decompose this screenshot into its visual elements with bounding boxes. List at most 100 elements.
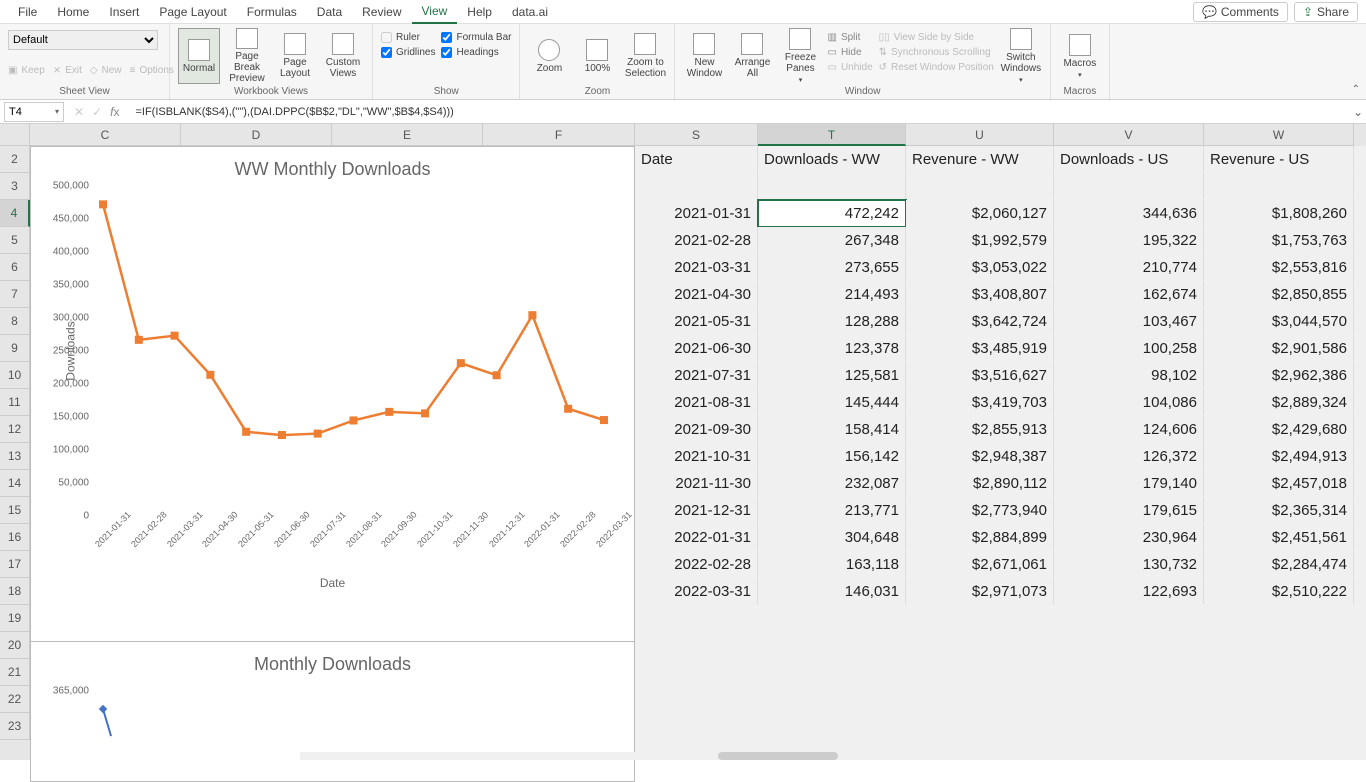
cell-v-2[interactable]: 210,774 bbox=[1054, 254, 1204, 281]
cell-t-6[interactable]: 125,581 bbox=[758, 362, 906, 389]
cancel-icon[interactable]: ✕ bbox=[74, 105, 84, 119]
cell-v-4[interactable]: 103,467 bbox=[1054, 308, 1204, 335]
cell-s-2[interactable]: 2021-03-31 bbox=[635, 254, 758, 281]
cell-u-5[interactable]: $3,485,919 bbox=[906, 335, 1054, 362]
cell-v-9[interactable]: 126,372 bbox=[1054, 443, 1204, 470]
formula-input[interactable] bbox=[129, 102, 1350, 122]
ribbon-collapse-button[interactable]: ⌃ bbox=[1352, 84, 1360, 95]
new-window-button[interactable]: New Window bbox=[683, 28, 725, 84]
headings-checkbox[interactable]: Headings bbox=[441, 47, 511, 58]
row-22[interactable]: 22 bbox=[0, 686, 30, 713]
chart-monthly-downloads[interactable]: Monthly Downloads 365,000 bbox=[30, 642, 635, 782]
cell-w-13[interactable]: $2,284,474 bbox=[1204, 551, 1354, 578]
cell-s--1[interactable] bbox=[635, 173, 758, 200]
cell-w-8[interactable]: $2,429,680 bbox=[1204, 416, 1354, 443]
sheetview-select[interactable]: Default bbox=[8, 30, 158, 50]
cell-s-12[interactable]: 2022-01-31 bbox=[635, 524, 758, 551]
cell-v-12[interactable]: 230,964 bbox=[1054, 524, 1204, 551]
menu-review[interactable]: Review bbox=[352, 1, 411, 23]
menu-formulas[interactable]: Formulas bbox=[237, 1, 307, 23]
cell-u-14[interactable]: $2,971,073 bbox=[906, 578, 1054, 605]
cell-s-4[interactable]: 2021-05-31 bbox=[635, 308, 758, 335]
menu-insert[interactable]: Insert bbox=[99, 1, 149, 23]
cell-v-1[interactable]: 195,322 bbox=[1054, 227, 1204, 254]
row-14[interactable]: 14 bbox=[0, 470, 30, 497]
zoom-selection-button[interactable]: Zoom to Selection bbox=[624, 28, 666, 84]
page-break-preview-button[interactable]: Page Break Preview bbox=[226, 28, 268, 84]
menu-file[interactable]: File bbox=[8, 1, 47, 23]
scrollbar-thumb[interactable] bbox=[718, 752, 838, 760]
row-18[interactable]: 18 bbox=[0, 578, 30, 605]
macros-button[interactable]: Macros▾ bbox=[1059, 28, 1101, 84]
cell-u-8[interactable]: $2,855,913 bbox=[906, 416, 1054, 443]
data-table[interactable]: DateDownloads - WWRevenure - WWDownloads… bbox=[635, 146, 1366, 760]
cell-v-6[interactable]: 98,102 bbox=[1054, 362, 1204, 389]
cell-s-14[interactable]: 2022-03-31 bbox=[635, 578, 758, 605]
cell-u-10[interactable]: $2,890,112 bbox=[906, 470, 1054, 497]
col-e[interactable]: E bbox=[332, 124, 483, 146]
row-3[interactable]: 3 bbox=[0, 173, 30, 200]
menu-home[interactable]: Home bbox=[47, 1, 99, 23]
select-all-corner[interactable] bbox=[0, 124, 30, 146]
cell-u--1[interactable] bbox=[906, 173, 1054, 200]
split-button[interactable]: ▥ Split bbox=[827, 32, 872, 43]
hide-button[interactable]: ▭ Hide bbox=[827, 47, 872, 58]
cell-w-2[interactable]: $2,553,816 bbox=[1204, 254, 1354, 281]
col-v[interactable]: V bbox=[1054, 124, 1204, 146]
cell-w-4[interactable]: $3,044,570 bbox=[1204, 308, 1354, 335]
row-2[interactable]: 2 bbox=[0, 146, 30, 173]
row-4[interactable]: 4 bbox=[0, 200, 30, 227]
enter-icon[interactable]: ✓ bbox=[92, 105, 102, 119]
menu-data-ai[interactable]: data.ai bbox=[502, 1, 558, 23]
col-t[interactable]: T bbox=[758, 124, 906, 146]
chart-ww-monthly-downloads[interactable]: WW Monthly Downloads Downloads 050,00010… bbox=[30, 146, 635, 642]
row-9[interactable]: 9 bbox=[0, 335, 30, 362]
row-8[interactable]: 8 bbox=[0, 308, 30, 335]
cell-w--1[interactable] bbox=[1204, 173, 1354, 200]
cell-v--1[interactable] bbox=[1054, 173, 1204, 200]
cell-u-11[interactable]: $2,773,940 bbox=[906, 497, 1054, 524]
menu-help[interactable]: Help bbox=[457, 1, 502, 23]
normal-view-button[interactable]: Normal bbox=[178, 28, 220, 84]
cell-s-1[interactable]: 2021-02-28 bbox=[635, 227, 758, 254]
cell-s-13[interactable]: 2022-02-28 bbox=[635, 551, 758, 578]
cell-w-1[interactable]: $1,753,763 bbox=[1204, 227, 1354, 254]
cell-t-5[interactable]: 123,378 bbox=[758, 335, 906, 362]
cell-v-5[interactable]: 100,258 bbox=[1054, 335, 1204, 362]
row-15[interactable]: 15 bbox=[0, 497, 30, 524]
cell-v-0[interactable]: 344,636 bbox=[1054, 200, 1204, 227]
menu-page-layout[interactable]: Page Layout bbox=[149, 1, 236, 23]
row-headers[interactable]: 234567891011121314151617181920212223 bbox=[0, 146, 30, 760]
cell-t-14[interactable]: 146,031 bbox=[758, 578, 906, 605]
cell-u-9[interactable]: $2,948,387 bbox=[906, 443, 1054, 470]
cell-t-9[interactable]: 156,142 bbox=[758, 443, 906, 470]
page-layout-button[interactable]: Page Layout bbox=[274, 28, 316, 84]
cell-u-12[interactable]: $2,884,899 bbox=[906, 524, 1054, 551]
cell-t-11[interactable]: 213,771 bbox=[758, 497, 906, 524]
cell-t-4[interactable]: 128,288 bbox=[758, 308, 906, 335]
row-23[interactable]: 23 bbox=[0, 713, 30, 740]
cell-w-10[interactable]: $2,457,018 bbox=[1204, 470, 1354, 497]
row-19[interactable]: 19 bbox=[0, 605, 30, 632]
row-21[interactable]: 21 bbox=[0, 659, 30, 686]
row-16[interactable]: 16 bbox=[0, 524, 30, 551]
cell-t-12[interactable]: 304,648 bbox=[758, 524, 906, 551]
cell-v-14[interactable]: 122,693 bbox=[1054, 578, 1204, 605]
cell-t-13[interactable]: 163,118 bbox=[758, 551, 906, 578]
cell-w-9[interactable]: $2,494,913 bbox=[1204, 443, 1354, 470]
cell-s-10[interactable]: 2021-11-30 bbox=[635, 470, 758, 497]
cell-u-13[interactable]: $2,671,061 bbox=[906, 551, 1054, 578]
cell-u-6[interactable]: $3,516,627 bbox=[906, 362, 1054, 389]
cell-u-4[interactable]: $3,642,724 bbox=[906, 308, 1054, 335]
col-u[interactable]: U bbox=[906, 124, 1054, 146]
row-13[interactable]: 13 bbox=[0, 443, 30, 470]
cell-u-1[interactable]: $1,992,579 bbox=[906, 227, 1054, 254]
cell-u-0[interactable]: $2,060,127 bbox=[906, 200, 1054, 227]
cell-s-9[interactable]: 2021-10-31 bbox=[635, 443, 758, 470]
row-7[interactable]: 7 bbox=[0, 281, 30, 308]
formula-bar-checkbox[interactable]: Formula Bar bbox=[441, 32, 511, 43]
name-box[interactable]: T4▾ bbox=[4, 102, 64, 122]
menu-view[interactable]: View bbox=[412, 0, 458, 24]
cell-w-11[interactable]: $2,365,314 bbox=[1204, 497, 1354, 524]
cell-w-3[interactable]: $2,850,855 bbox=[1204, 281, 1354, 308]
